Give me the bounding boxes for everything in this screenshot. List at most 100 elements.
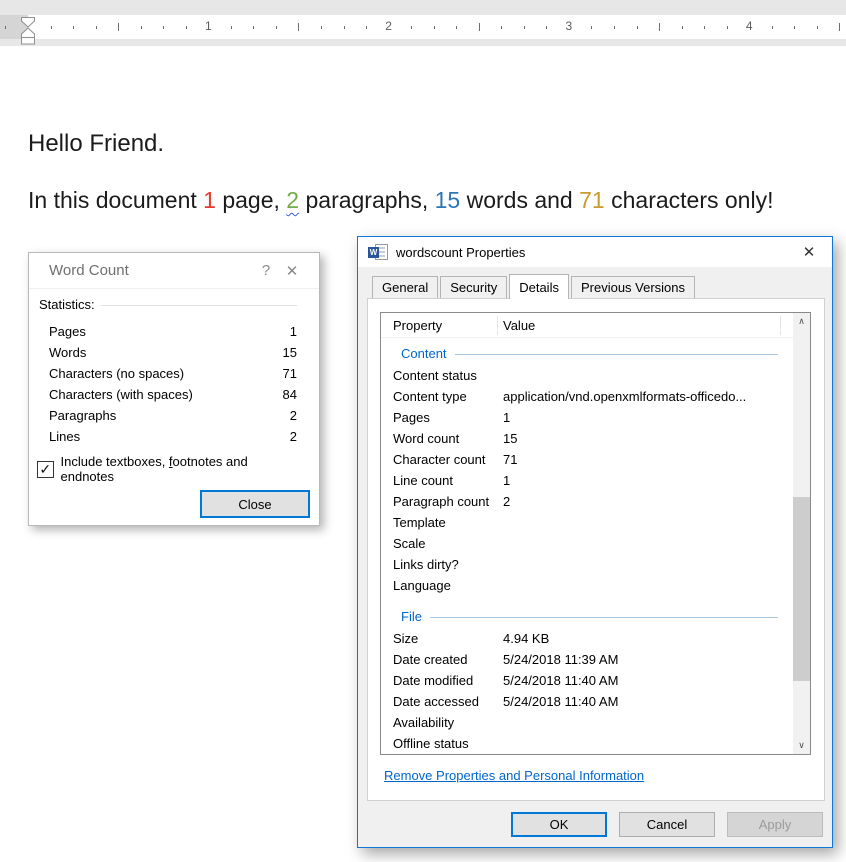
column-header-property[interactable]: Property xyxy=(393,318,442,333)
stat-label: Paragraphs xyxy=(49,408,267,423)
doc-text-run: paragraphs, xyxy=(299,187,435,213)
property-row[interactable]: Date created5/24/2018 11:39 AM xyxy=(381,649,792,670)
checkbox-label: Include textboxes, footnotes and endnote… xyxy=(61,454,297,484)
tab-previous-versions[interactable]: Previous Versions xyxy=(571,276,695,299)
first-line-indent-marker[interactable] xyxy=(22,18,35,28)
doc-text-run: 1 xyxy=(203,187,216,213)
property-row[interactable]: Content typeapplication/vnd.openxmlforma… xyxy=(381,386,792,407)
section-title: File xyxy=(401,609,422,624)
property-label: Date modified xyxy=(393,673,503,688)
property-row[interactable]: Date modified5/24/2018 11:40 AM xyxy=(381,670,792,691)
tab-details[interactable]: Details xyxy=(509,274,569,299)
ruler-tick xyxy=(321,26,322,29)
word-count-titlebar[interactable]: Word Count ? ✕ xyxy=(29,253,319,289)
property-row[interactable]: Template xyxy=(381,512,792,533)
property-row[interactable]: Availability xyxy=(381,712,792,733)
word-file-icon: W xyxy=(368,244,388,261)
property-row[interactable]: Character count71 xyxy=(381,449,792,470)
ruler-tick xyxy=(231,26,232,29)
property-label: Pages xyxy=(393,410,503,425)
stat-row: Pages1 xyxy=(49,321,297,342)
stat-value: 1 xyxy=(267,324,297,339)
ruler-tick xyxy=(253,26,254,29)
property-row[interactable]: Size4.94 KB xyxy=(381,628,792,649)
column-divider xyxy=(497,316,498,335)
scrollbar-thumb[interactable] xyxy=(793,497,810,681)
ruler-tick xyxy=(163,26,164,29)
ruler-tick xyxy=(727,26,728,29)
property-label: Language xyxy=(393,578,503,593)
property-label: Paragraph count xyxy=(393,494,503,509)
help-icon[interactable]: ? xyxy=(253,262,279,279)
ruler-tick xyxy=(411,26,412,29)
stat-label: Characters (no spaces) xyxy=(49,366,267,381)
property-label: Scale xyxy=(393,536,503,551)
property-row[interactable]: Paragraph count2 xyxy=(381,491,792,512)
property-row[interactable]: Pages1 xyxy=(381,407,792,428)
ruler-tick xyxy=(501,26,502,29)
property-value: 15 xyxy=(503,431,792,446)
property-value: 5/24/2018 11:40 AM xyxy=(503,673,792,688)
property-value: 1 xyxy=(503,473,792,488)
ruler-tick xyxy=(591,26,592,29)
doc-text-run: In this document xyxy=(28,187,203,213)
property-value: 2 xyxy=(503,494,792,509)
statistics-label-row: Statistics: xyxy=(39,297,297,312)
section-title: Content xyxy=(401,346,447,361)
dialog-title: Word Count xyxy=(49,262,253,279)
scrollbar[interactable]: ∧ ∨ xyxy=(793,313,810,754)
property-row[interactable]: Links dirty? xyxy=(381,554,792,575)
property-label: Word count xyxy=(393,431,503,446)
property-row[interactable]: Line count1 xyxy=(381,470,792,491)
hanging-indent-marker[interactable] xyxy=(22,28,35,38)
left-indent-marker[interactable] xyxy=(22,38,35,45)
tab-general[interactable]: General xyxy=(372,276,438,299)
properties-titlebar[interactable]: W wordscount Properties ✕ xyxy=(358,237,832,267)
indent-markers[interactable] xyxy=(20,17,36,45)
ruler-strip: 1234 xyxy=(0,15,846,39)
property-value: 5/24/2018 11:39 AM xyxy=(503,652,792,667)
property-row[interactable]: Word count15 xyxy=(381,428,792,449)
property-row[interactable]: Offline status xyxy=(381,733,792,754)
ok-button[interactable]: OK xyxy=(511,812,607,837)
apply-button[interactable]: Apply xyxy=(727,812,823,837)
property-label: Line count xyxy=(393,473,503,488)
ruler-tick xyxy=(524,26,525,29)
scroll-up-icon[interactable]: ∧ xyxy=(793,313,810,330)
ruler-tick xyxy=(344,26,345,29)
word-logo-glyph: W xyxy=(368,247,379,258)
ruler-tick xyxy=(704,26,705,29)
stat-label: Characters (with spaces) xyxy=(49,387,267,402)
property-label: Character count xyxy=(393,452,503,467)
include-textboxes-row[interactable]: ✓ Include textboxes, footnotes and endno… xyxy=(37,454,297,484)
property-row[interactable]: Content status xyxy=(381,365,792,386)
close-icon[interactable]: ✕ xyxy=(279,262,305,280)
doc-text-run: 71 xyxy=(579,187,605,213)
stat-row: Characters (with spaces)84 xyxy=(49,384,297,405)
statistics-divider xyxy=(101,305,297,306)
cancel-button[interactable]: Cancel xyxy=(619,812,715,837)
column-header-value[interactable]: Value xyxy=(503,318,535,333)
ruler-tick xyxy=(682,26,683,29)
property-row[interactable]: Scale xyxy=(381,533,792,554)
close-button[interactable]: Close xyxy=(200,490,310,518)
ruler-tick xyxy=(659,23,660,31)
check-icon: ✓ xyxy=(39,462,51,476)
stat-label: Lines xyxy=(49,429,267,444)
properties-dialog: W wordscount Properties ✕ GeneralSecurit… xyxy=(357,236,833,848)
property-row[interactable]: Date accessed5/24/2018 11:40 AM xyxy=(381,691,792,712)
include-textboxes-checkbox[interactable]: ✓ xyxy=(37,461,54,478)
property-row[interactable]: Language xyxy=(381,575,792,596)
remove-properties-link[interactable]: Remove Properties and Personal Informati… xyxy=(384,768,644,783)
stat-value: 84 xyxy=(267,387,297,402)
doc-text-run: page, xyxy=(216,187,286,213)
ruler-tick xyxy=(96,26,97,29)
property-label: Template xyxy=(393,515,503,530)
property-value: 5/24/2018 11:40 AM xyxy=(503,694,792,709)
scroll-down-icon[interactable]: ∨ xyxy=(793,737,810,754)
ruler-tick xyxy=(73,26,74,29)
stat-row: Characters (no spaces)71 xyxy=(49,363,297,384)
property-label: Availability xyxy=(393,715,503,730)
close-icon[interactable]: ✕ xyxy=(798,243,820,261)
tab-security[interactable]: Security xyxy=(440,276,507,299)
